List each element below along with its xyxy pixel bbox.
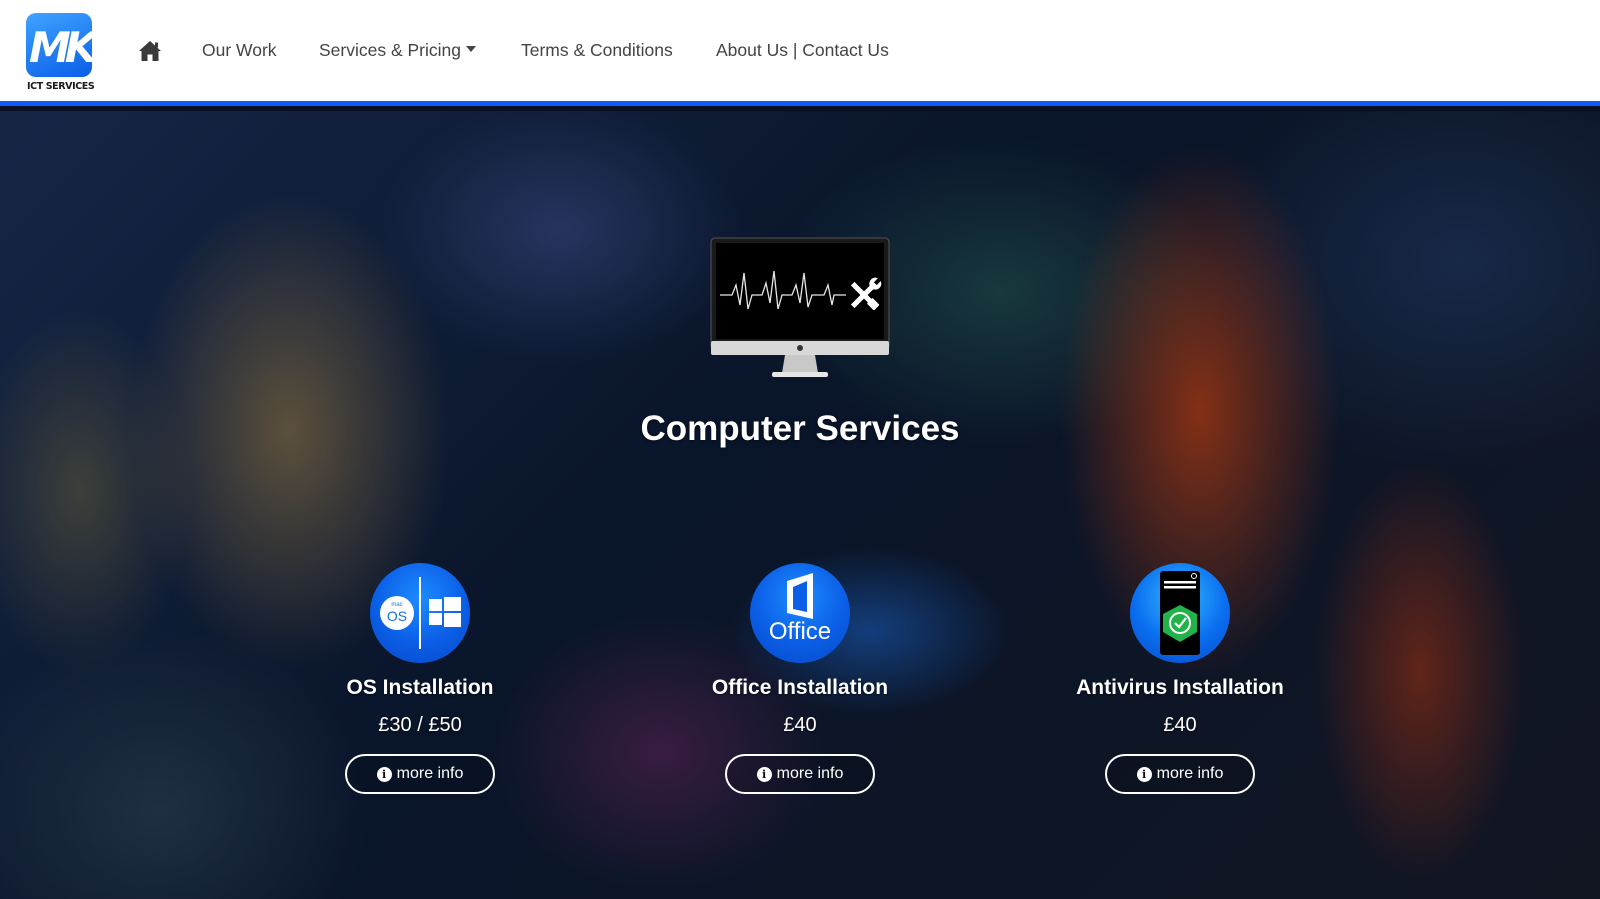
logo-letters: MK <box>29 23 92 72</box>
caret-down-icon <box>466 46 476 52</box>
more-info-button[interactable]: i more info <box>345 754 495 794</box>
service-price: £40 <box>783 714 817 736</box>
macos-windows-icon: mac OS <box>370 563 470 663</box>
service-title: Antivirus Installation <box>1076 676 1284 699</box>
nav-services-pricing[interactable]: Services & Pricing <box>319 40 476 61</box>
office-icon: Office <box>750 563 850 663</box>
monitor-repair-icon <box>710 237 890 382</box>
service-card-os: mac OS OS Installation £30 / £50 i more … <box>270 563 570 794</box>
nav-about-contact-label: About Us | Contact Us <box>716 40 889 60</box>
hero-section: Computer Services mac OS OS Installation… <box>0 111 1600 899</box>
navbar: MK ICT SERVICES Our Work Services & Pric… <box>0 0 1600 106</box>
nav-about-contact[interactable]: About Us | Contact Us <box>716 40 889 61</box>
more-info-label: more info <box>1156 765 1224 782</box>
page-title: Computer Services <box>640 409 960 448</box>
antivirus-shield-icon <box>1130 563 1230 663</box>
service-price: £40 <box>1163 714 1197 736</box>
svg-text:Office: Office <box>769 618 831 645</box>
home-icon[interactable] <box>138 40 162 62</box>
info-icon: i <box>756 766 772 782</box>
nav-services-pricing-label: Services & Pricing <box>319 40 461 60</box>
nav-our-work[interactable]: Our Work <box>202 40 277 61</box>
nav-terms-conditions[interactable]: Terms & Conditions <box>521 40 673 61</box>
service-price: £30 / £50 <box>378 714 462 736</box>
svg-text:OS: OS <box>387 608 407 624</box>
service-card-antivirus: Antivirus Installation £40 i more info <box>1030 563 1330 794</box>
service-title: Office Installation <box>711 676 889 699</box>
more-info-button[interactable]: i more info <box>1105 754 1255 794</box>
logo-subtitle: ICT SERVICES <box>27 81 95 92</box>
info-icon: i <box>376 766 392 782</box>
nav-our-work-label: Our Work <box>202 40 277 60</box>
nav-terms-label: Terms & Conditions <box>521 40 673 60</box>
service-card-office: Office Office Installation £40 i more in… <box>650 563 950 794</box>
brand-logo[interactable]: MK ICT SERVICES <box>26 13 95 93</box>
more-info-label: more info <box>776 765 844 782</box>
service-title: OS Installation <box>346 676 494 699</box>
more-info-button[interactable]: i more info <box>725 754 875 794</box>
info-icon: i <box>1136 766 1152 782</box>
logo-badge: MK <box>26 13 92 77</box>
more-info-label: more info <box>396 765 464 782</box>
